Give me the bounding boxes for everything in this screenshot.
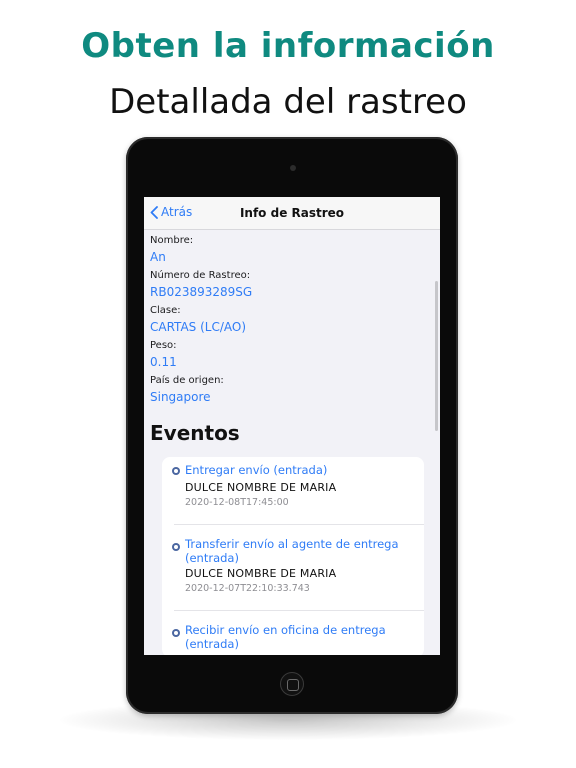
origin-country-value: Singapore bbox=[150, 390, 211, 404]
tracking-number-value: RB023893289SG bbox=[150, 285, 253, 299]
event-place: DULCE NOMBRE DE MARIA bbox=[185, 567, 337, 580]
event-place: DULCE NOMBRE DE MARIA bbox=[185, 481, 337, 494]
origin-country-label: País de origen: bbox=[150, 375, 224, 386]
divider bbox=[174, 524, 424, 525]
tracking-number-label: Número de Rastreo: bbox=[150, 270, 251, 281]
promo-headline: Obten la información bbox=[81, 26, 495, 66]
home-button[interactable] bbox=[280, 672, 304, 696]
events-list: Entregar envío (entrada) DULCE NOMBRE DE… bbox=[162, 457, 424, 655]
scrollbar[interactable] bbox=[435, 281, 438, 431]
weight-value: 0.11 bbox=[150, 355, 177, 369]
name-label: Nombre: bbox=[150, 235, 194, 246]
event-time: 2020-12-07T22:10:33.743 bbox=[185, 583, 310, 594]
events-heading: Eventos bbox=[150, 421, 240, 445]
app-store-screenshot: Obten la información Detallada del rastr… bbox=[0, 0, 576, 768]
page-title: Info de Rastreo bbox=[239, 206, 345, 220]
camera-icon bbox=[290, 165, 296, 171]
promo-subheadline: Detallada del rastreo bbox=[109, 82, 467, 122]
weight-label: Peso: bbox=[150, 340, 177, 351]
class-value: CARTAS (LC/AO) bbox=[150, 320, 247, 334]
circle-dot-icon bbox=[172, 467, 180, 475]
event-title[interactable]: Recibir envío en oficina de entrega (ent… bbox=[185, 623, 415, 651]
event-title[interactable]: Transferir envío al agente de entrega (e… bbox=[185, 537, 415, 565]
circle-dot-icon bbox=[172, 629, 180, 637]
class-label: Clase: bbox=[150, 305, 181, 316]
app-screen: Atrás Info de Rastreo Nombre: An Número … bbox=[144, 197, 440, 655]
event-time: 2020-12-08T17:45:00 bbox=[185, 497, 289, 508]
event-title[interactable]: Entregar envío (entrada) bbox=[185, 463, 415, 477]
navigation-bar: Atrás Info de Rastreo bbox=[144, 197, 440, 230]
tablet-device: Atrás Info de Rastreo Nombre: An Número … bbox=[126, 137, 458, 714]
divider bbox=[174, 610, 424, 611]
name-value: An bbox=[150, 250, 166, 264]
home-square-icon bbox=[287, 679, 299, 691]
circle-dot-icon bbox=[172, 543, 180, 551]
